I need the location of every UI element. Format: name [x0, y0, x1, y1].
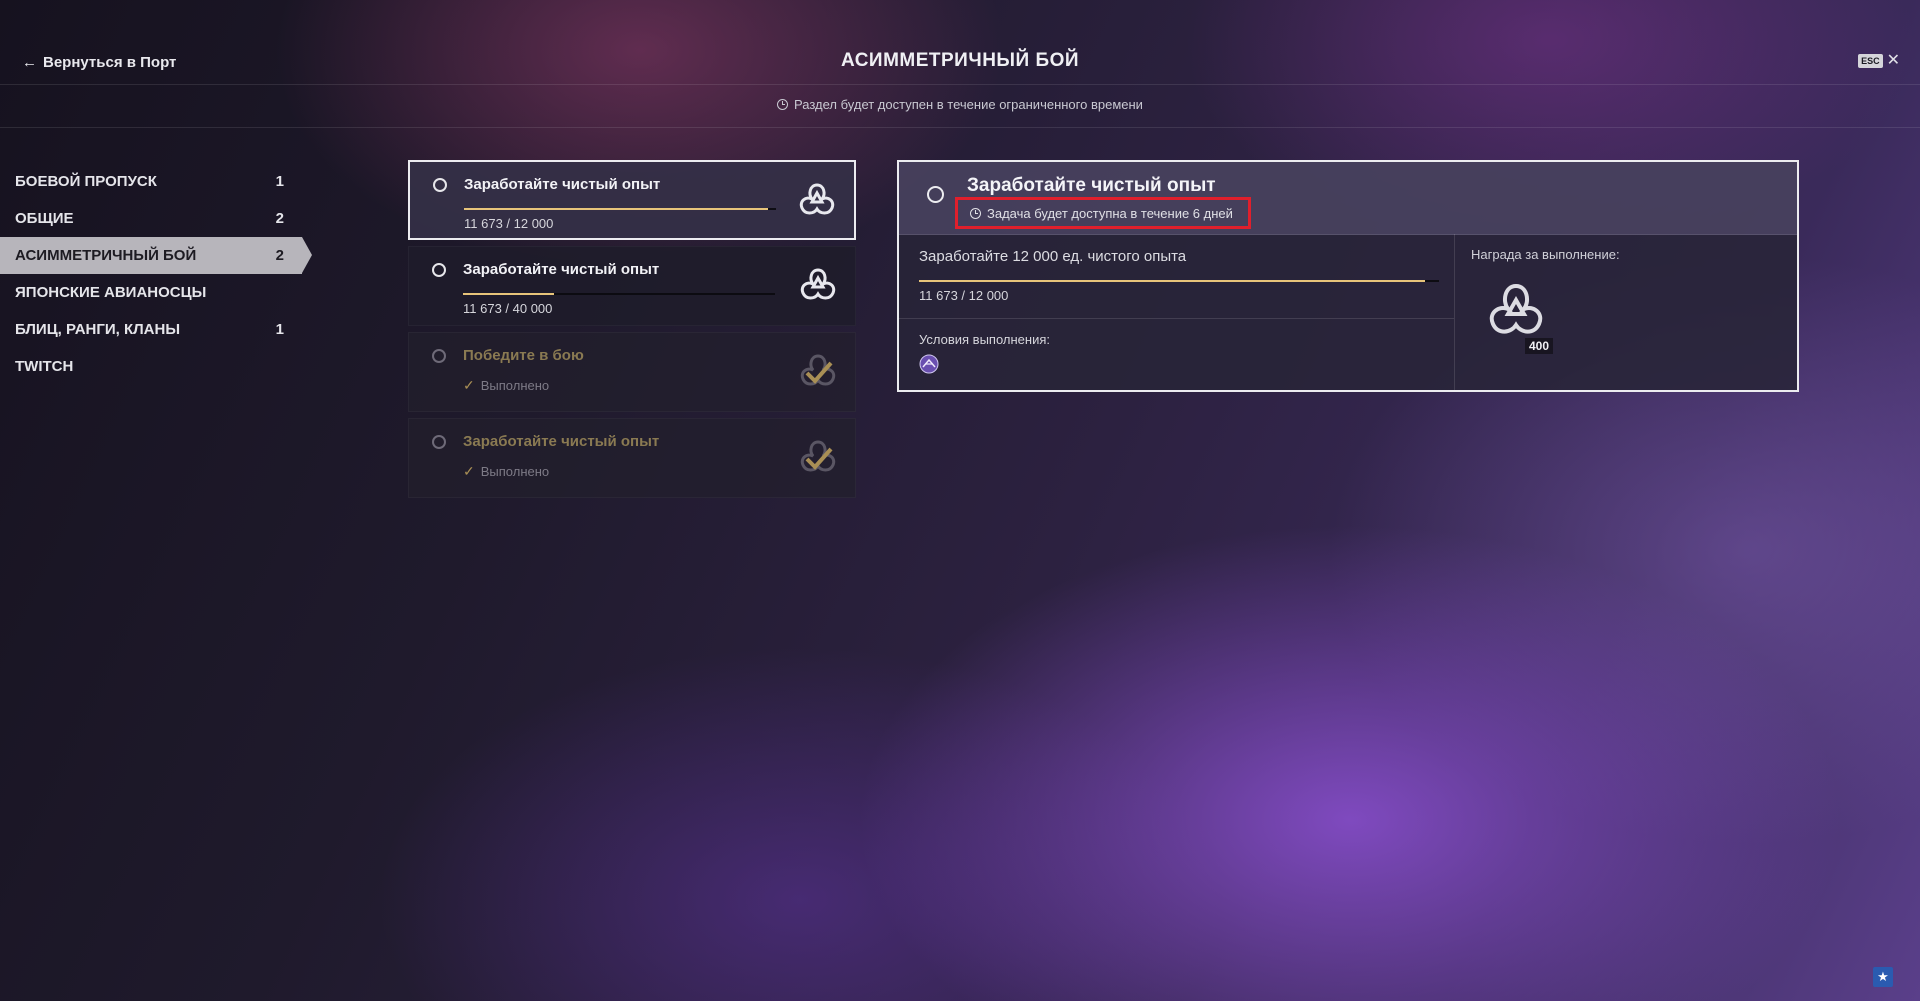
task-progress-bar — [463, 293, 775, 295]
sidebar-item-count: 2 — [275, 210, 284, 227]
category-sidebar: БОЕВОЙ ПРОПУСК 1 ОБЩИЕ 2 АСИММЕТРИЧНЫЙ Б… — [0, 163, 320, 385]
reward-section: Награда за выполнение: 400 — [1455, 234, 1797, 390]
task-radio — [433, 178, 447, 192]
task-goal-text: Заработайте 12 000 ед. чистого опыта — [919, 248, 1187, 265]
sidebar-item-general[interactable]: ОБЩИЕ 2 — [0, 200, 302, 237]
sidebar-item-label: БЛИЦ, РАНГИ, КЛАНЫ — [15, 321, 181, 338]
goal-progress-bar — [919, 280, 1439, 282]
availability-text: Раздел будет доступен в течение ограниче… — [794, 97, 1143, 112]
free-xp-icon — [799, 183, 835, 215]
task-status-text: Выполнено — [480, 464, 550, 479]
completed-check-icon — [800, 354, 836, 386]
free-xp-reward-icon — [1489, 283, 1543, 334]
task-card[interactable]: Заработайте чистый опыт 11 673 / 12 000 — [408, 160, 856, 240]
sidebar-item-blitz-ranks-clans[interactable]: БЛИЦ, РАНГИ, КЛАНЫ 1 — [0, 311, 302, 348]
completed-check-icon — [800, 440, 836, 472]
goal-progress-text: 11 673 / 12 000 — [919, 288, 1009, 303]
close-icon: ✕ — [1886, 52, 1900, 69]
top-bar: ← Вернуться в Порт АСИММЕТРИЧНЫЙ БОЙ ESC… — [0, 0, 1920, 85]
sidebar-item-label: TWITCH — [15, 358, 74, 375]
sidebar-item-label: АСИММЕТРИЧНЫЙ БОЙ — [15, 247, 197, 264]
sidebar-item-label: ЯПОНСКИЕ АВИАНОСЦЫ — [15, 284, 207, 301]
task-progress-fill — [463, 293, 555, 295]
conditions-label: Условия выполнения: — [919, 332, 1050, 347]
task-detail-radio — [927, 186, 944, 203]
sidebar-item-count: 2 — [275, 247, 284, 264]
page-title: АСИММЕТРИЧНЫЙ БОЙ — [840, 50, 1080, 71]
task-title: Заработайте чистый опыт — [464, 176, 661, 193]
clock-icon — [777, 99, 789, 110]
sidebar-item-label: БОЕВОЙ ПРОПУСК — [15, 173, 157, 190]
task-card[interactable]: Заработайте чистый опыт ✓ Выполнено — [408, 418, 856, 498]
task-card[interactable]: Заработайте чистый опыт 11 673 / 40 000 — [408, 246, 856, 326]
free-xp-icon — [800, 268, 836, 300]
star-icon[interactable]: ★ — [1873, 967, 1893, 987]
task-list: Заработайте чистый опыт 11 673 / 12 000 … — [408, 160, 856, 504]
availability-bar: Раздел будет доступен в течение ограниче… — [0, 85, 1920, 128]
reward-label: Награда за выполнение: — [1471, 247, 1620, 262]
check-icon: ✓ — [463, 377, 475, 393]
sidebar-item-asymmetric-battle[interactable]: АСИММЕТРИЧНЫЙ БОЙ 2 — [0, 237, 312, 274]
availability-note: Раздел будет доступен в течение ограниче… — [0, 97, 1920, 112]
task-status-text: Выполнено — [480, 378, 550, 393]
task-radio — [432, 435, 446, 449]
task-title: Заработайте чистый опыт — [463, 433, 660, 450]
task-detail-header: Заработайте чистый опыт Задача будет дос… — [899, 162, 1797, 235]
asymmetric-battle-icon — [919, 354, 939, 374]
task-progress-fill — [464, 208, 768, 210]
task-radio — [432, 349, 446, 363]
sidebar-item-count: 1 — [275, 321, 284, 338]
task-progress-bar — [464, 208, 776, 210]
task-detail-panel: Заработайте чистый опыт Задача будет дос… — [897, 160, 1799, 392]
sidebar-item-twitch[interactable]: TWITCH — [0, 348, 302, 385]
task-timer-note: Задача будет доступна в течение 6 дней — [955, 197, 1251, 229]
task-goal-section: Заработайте 12 000 ед. чистого опыта 11 … — [899, 234, 1455, 390]
sidebar-item-label: ОБЩИЕ — [15, 210, 74, 227]
task-card[interactable]: Победите в бою ✓ Выполнено — [408, 332, 856, 412]
clock-icon — [970, 207, 981, 219]
task-title: Победите в бою — [463, 347, 584, 364]
close-button[interactable]: ESC ✕ — [1858, 53, 1900, 69]
sidebar-item-count: 1 — [275, 173, 284, 190]
sidebar-item-battle-pass[interactable]: БОЕВОЙ ПРОПУСК 1 — [0, 163, 302, 200]
task-timer-text: Задача будет доступна в течение 6 дней — [987, 205, 1233, 221]
task-progress-text: 11 673 / 12 000 — [464, 216, 554, 231]
divider — [899, 318, 1454, 319]
goal-progress-fill — [919, 280, 1425, 282]
esc-key-badge: ESC — [1858, 54, 1883, 68]
task-status: ✓ Выполнено — [463, 463, 549, 480]
check-icon: ✓ — [463, 463, 475, 479]
task-detail-title: Заработайте чистый опыт — [967, 175, 1216, 196]
reward-count: 400 — [1525, 338, 1554, 354]
task-status: ✓ Выполнено — [463, 377, 549, 394]
task-progress-text: 11 673 / 40 000 — [463, 301, 553, 316]
sidebar-item-japanese-carriers[interactable]: ЯПОНСКИЕ АВИАНОСЦЫ — [0, 274, 302, 311]
task-title: Заработайте чистый опыт — [463, 261, 660, 278]
task-radio — [432, 263, 446, 277]
